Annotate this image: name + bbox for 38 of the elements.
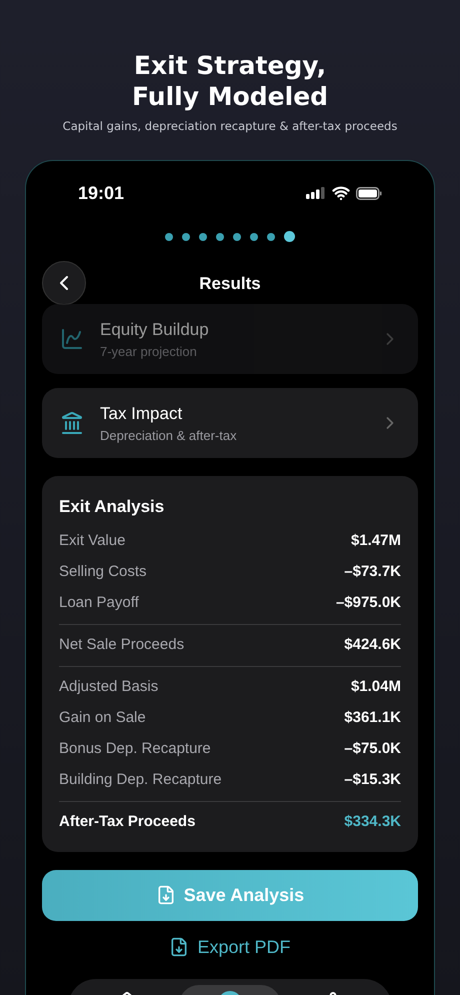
- row-label: Gain on Sale: [59, 708, 146, 728]
- card-subtitle: 7-year projection: [100, 343, 198, 362]
- hero-title: Exit Strategy, Fully Modeled: [132, 50, 328, 112]
- row-label: Bonus Dep. Recapture: [59, 739, 211, 759]
- row-value: $1.04M: [350, 677, 401, 697]
- download-icon: [156, 885, 176, 906]
- card-heading: Exit Analysis: [59, 496, 166, 518]
- back-button[interactable]: [42, 261, 86, 306]
- row-value: $334.3K: [344, 812, 401, 832]
- card-subtitle: Depreciation & after-tax: [100, 427, 238, 446]
- row-value: –$75.0K: [344, 739, 401, 759]
- row-value: $424.6K: [344, 635, 401, 655]
- status-time: 19:01: [78, 182, 124, 205]
- row-label: After-Tax Proceeds: [59, 812, 196, 832]
- card-title: Tax Impact: [100, 402, 184, 425]
- nav-card[interactable]: Equity Buildup 7-year projection: [42, 304, 418, 374]
- document-icon: [169, 937, 190, 958]
- row-label: Adjusted Basis: [59, 677, 158, 697]
- row-label: Net Sale Proceeds: [59, 635, 184, 655]
- nav-card[interactable]: Tax Impact Depreciation & after-tax: [42, 388, 418, 458]
- bank-icon: [60, 411, 84, 436]
- signal-icon: [306, 187, 326, 200]
- wifi-icon: [332, 184, 350, 202]
- row-label: Exit Value: [59, 531, 126, 551]
- chart-icon: [60, 327, 84, 352]
- row-value: –$975.0K: [336, 593, 401, 613]
- hero-subtitle: Capital gains, depreciation recapture & after-tax proceeds: [62, 118, 398, 135]
- row-label: Selling Costs: [59, 562, 147, 582]
- header-title: Results: [199, 272, 261, 294]
- row-value: –$15.3K: [344, 770, 401, 790]
- row-label: Loan Payoff: [59, 593, 139, 613]
- row-value: $1.47M: [350, 531, 401, 551]
- row-value: $361.1K: [344, 708, 401, 728]
- row-value: –$73.7K: [344, 562, 401, 582]
- card-title: Equity Buildup: [100, 318, 210, 341]
- export-link[interactable]: Export PDF: [169, 934, 291, 961]
- battery-icon: [356, 186, 382, 200]
- row-label: Building Dep. Recapture: [59, 770, 222, 790]
